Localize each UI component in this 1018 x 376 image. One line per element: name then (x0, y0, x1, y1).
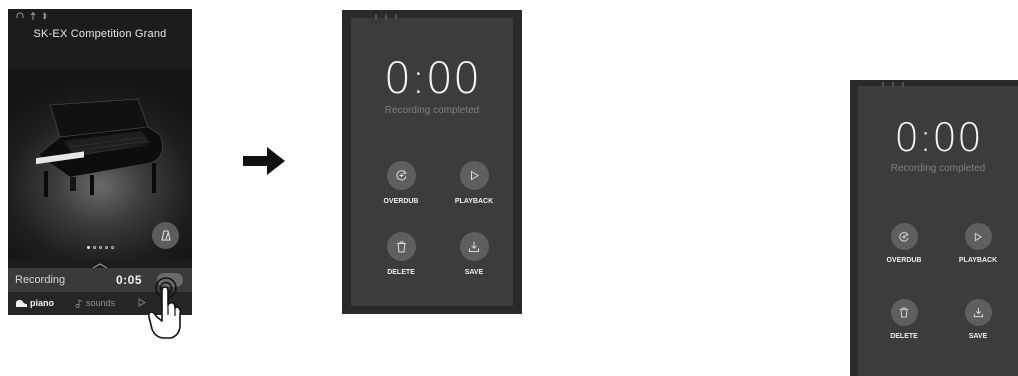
right-arrow-icon (243, 147, 285, 175)
tab-piano[interactable]: piano (16, 298, 54, 308)
panel-top-marks (880, 82, 910, 92)
playback-button[interactable]: PLAYBACK (443, 161, 505, 205)
usb-icon (30, 12, 36, 22)
save-icon (469, 241, 479, 252)
page-dot[interactable] (110, 246, 114, 249)
recording-panel-content: 0:00 Recording completed OVERDUB PLAYBAC… (351, 14, 513, 306)
tab-piano-label: piano (30, 298, 54, 308)
tab-sounds[interactable]: sounds (75, 298, 115, 308)
tab-sounds-label: sounds (86, 298, 116, 308)
trash-icon (899, 307, 909, 318)
play-icon (974, 232, 983, 241)
panel-top-marks (373, 14, 403, 24)
piano-icon (16, 300, 27, 307)
metronome-button[interactable] (152, 222, 179, 249)
overdub-label: OVERDUB (886, 257, 922, 264)
delete-button[interactable]: DELETE (876, 299, 932, 340)
overdub-icon (899, 231, 909, 242)
recording-label: Recording (15, 274, 66, 286)
page-dot[interactable] (104, 246, 108, 249)
piano-home-screen: SK-EX Competition Grand Recording 0:05 p… (8, 9, 192, 315)
overdub-button[interactable]: OVERDUB (371, 161, 431, 205)
save-label: SAVE (464, 269, 484, 276)
play-icon (470, 170, 479, 181)
recording-panel-small: 0:00 Recording completed OVERDUB PLAYBAC… (850, 80, 1018, 376)
recording-panel-large: 0:00 Recording completed OVERDUB PLAYBAC… (342, 10, 522, 314)
delete-button[interactable]: DELETE (371, 232, 431, 276)
metronome-icon (160, 230, 171, 241)
save-icon (973, 307, 983, 318)
recording-time-display: 0:00 (383, 54, 481, 104)
pointing-hand-icon (147, 277, 182, 339)
recording-time-display: 0:00 (894, 116, 982, 161)
overdub-icon (395, 170, 407, 181)
bluetooth-icon (42, 11, 47, 22)
trash-icon (396, 241, 406, 252)
overdub-label: OVERDUB (383, 198, 419, 205)
note-icon (75, 298, 83, 308)
headphones-icon (16, 12, 24, 22)
delete-label: DELETE (387, 269, 415, 276)
recording-time: 0:05 (116, 273, 143, 287)
playback-label: PLAYBACK (454, 198, 494, 205)
save-label: SAVE (968, 333, 988, 340)
playback-button[interactable]: PLAYBACK (948, 223, 1008, 264)
recording-status: Recording completed (890, 163, 986, 174)
delete-label: DELETE (890, 333, 918, 340)
recording-panel-content: 0:00 Recording completed OVERDUB PLAYBAC… (858, 82, 1018, 376)
save-button[interactable]: SAVE (948, 299, 1008, 340)
save-button[interactable]: SAVE (443, 232, 505, 276)
page-dot[interactable] (98, 246, 102, 249)
sound-title[interactable]: SK-EX Competition Grand (8, 28, 192, 40)
recording-status: Recording completed (384, 105, 480, 116)
page-dot[interactable] (86, 246, 90, 249)
status-icons (16, 11, 47, 22)
page-dot[interactable] (92, 246, 96, 249)
playback-label: PLAYBACK (958, 257, 998, 264)
grand-piano-image (36, 98, 163, 197)
overdub-button[interactable]: OVERDUB (876, 223, 932, 264)
